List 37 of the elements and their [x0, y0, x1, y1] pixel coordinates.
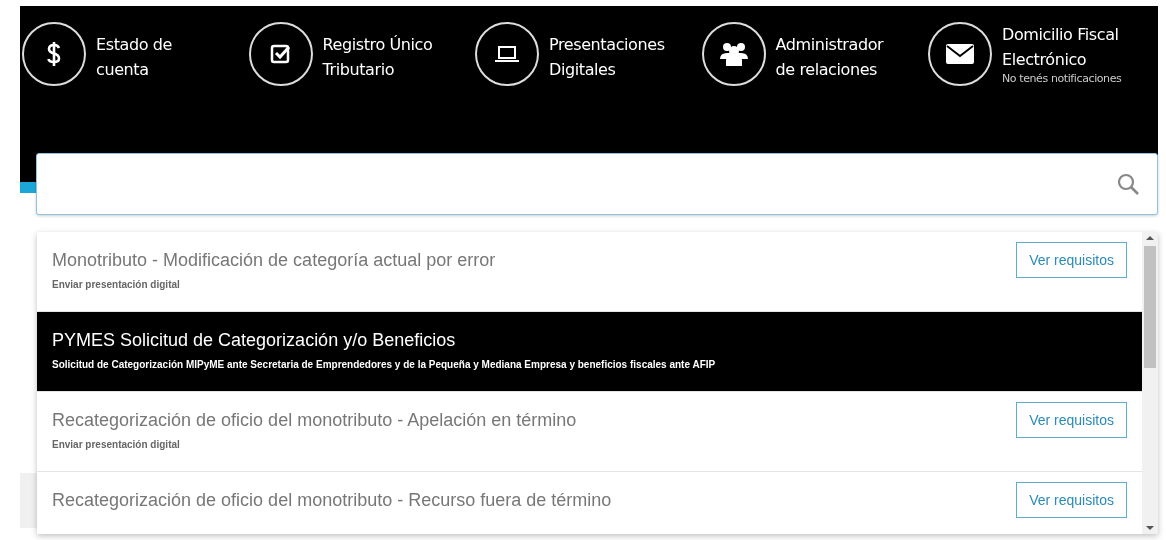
search-field[interactable] [36, 153, 1158, 215]
header-icon-circle[interactable] [475, 22, 539, 86]
result-item[interactable]: PYMES Solicitud de Categorización y/o Beneficios Solicitud de Categorización MIPyME ante Secretaria de Emprendedores y de la Pequeña y Mediana Empresa y beneficios fiscales ante AFIP [37, 312, 1142, 392]
requirements-button[interactable]: Ver requisitos [1016, 482, 1127, 518]
laptop-icon [494, 44, 520, 64]
header-icon-circle[interactable] [22, 22, 86, 86]
header-icon-circle[interactable] [248, 22, 313, 86]
result-item[interactable]: Recategorización de oficio del monotributo - Apelación en término Enviar presentación digital Ver requisitos [37, 392, 1142, 472]
checkbox-icon [268, 42, 293, 66]
notification-note: No tenés notificaciones [1002, 72, 1122, 85]
requirements-button[interactable]: Ver requisitos [1016, 242, 1127, 278]
shortcut-label[interactable]: Estado de [96, 32, 172, 57]
scrollbar[interactable] [1142, 232, 1158, 534]
result-title: Recategorización de oficio del monotributo - Recurso fuera de término [52, 490, 612, 511]
result-subtitle: Solicitud de Categorización MIPyME ante Secretaria de Emprendedores y de la Pequeña y Mediana Empresa y beneficios fiscales ante AFIP [52, 359, 716, 370]
shortcut-label[interactable]: de relaciones [775, 57, 884, 82]
shortcut-label[interactable]: Domicilio Fiscal [1002, 22, 1122, 47]
shortcut-label[interactable]: Presentaciones [549, 32, 665, 57]
people-icon [718, 41, 749, 67]
result-title: Recategorización de oficio del monotributo - Apelación en término [52, 410, 577, 431]
header-icon-circle[interactable] [928, 22, 992, 86]
result-item[interactable]: Recategorización de oficio del monotributo - Recurso fuera de término Ver requisitos [37, 472, 1142, 526]
shortcut-label[interactable]: Tributario [322, 57, 433, 82]
envelope-icon [945, 43, 975, 65]
shortcut-label[interactable]: Registro Único [322, 32, 433, 57]
result-subtitle: Enviar presentación digital [52, 279, 181, 290]
dollar-icon [46, 41, 62, 67]
requirements-button[interactable]: Ver requisitos [1016, 402, 1127, 438]
result-title: Monotributo - Modificación de categoría actual por error [52, 250, 496, 271]
shortcut-label[interactable]: Administrador [775, 32, 884, 57]
header-icon-circle[interactable] [701, 22, 766, 86]
result-title: PYMES Solicitud de Categorización y/o Beneficios [52, 330, 457, 351]
search-icon[interactable] [1117, 173, 1139, 195]
shortcut-label[interactable]: cuenta [96, 57, 172, 82]
shortcut-label[interactable]: Electrónico [1002, 47, 1122, 72]
shortcut-label[interactable]: Digitales [549, 57, 665, 82]
result-subtitle: Enviar presentación digital [52, 439, 181, 450]
